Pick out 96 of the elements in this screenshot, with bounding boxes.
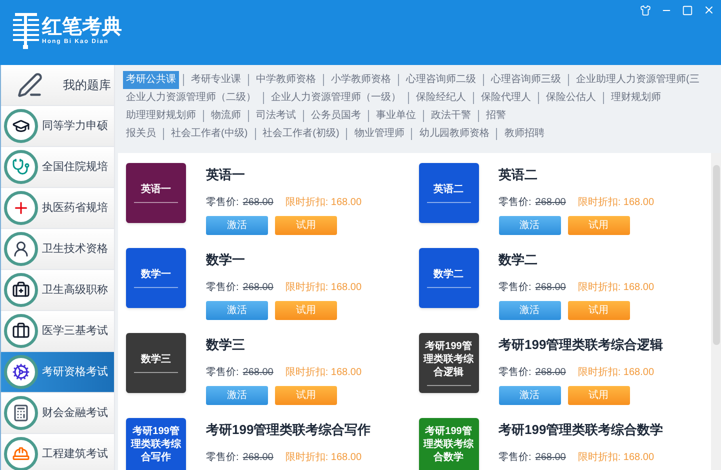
category-tab[interactable]: 公务员国考 bbox=[308, 107, 364, 125]
activate-button[interactable]: 激活 bbox=[206, 216, 268, 235]
category-tab[interactable]: 教师招聘 bbox=[501, 125, 548, 143]
retail-price-label: 零售价: bbox=[498, 366, 532, 380]
discount-price: 限时折扣: 168.00 bbox=[285, 450, 362, 465]
category-tab[interactable]: 保险代理人 bbox=[478, 89, 534, 107]
discount-price: 限时折扣: 168.00 bbox=[578, 280, 654, 295]
category-tab[interactable]: 企业人力资源管理师（二级） bbox=[123, 89, 259, 107]
scrollbar[interactable] bbox=[711, 153, 721, 470]
sidebar-item[interactable]: 医学三基考试 bbox=[1, 311, 114, 352]
category-icon bbox=[4, 232, 38, 266]
retail-price-label: 零售价: bbox=[498, 451, 532, 465]
course-cover[interactable]: 数学二 bbox=[418, 248, 478, 308]
course-title: 数学一 bbox=[206, 251, 246, 269]
category-tab[interactable]: 小学教师资格 bbox=[328, 71, 394, 89]
sidebar-item[interactable]: 考研资格考试 bbox=[1, 352, 114, 393]
course-cover[interactable]: 英语二 bbox=[418, 163, 478, 223]
pen-logo-icon bbox=[13, 12, 39, 50]
sidebar-item[interactable]: 卫生高级职称 bbox=[1, 270, 114, 311]
category-tab[interactable]: 幼儿园教师资格 bbox=[416, 125, 492, 143]
retail-price: 268.00 bbox=[242, 366, 274, 380]
category-tab[interactable]: 报关员 bbox=[123, 125, 159, 143]
category-tab[interactable]: 政法干警 bbox=[428, 107, 474, 125]
retail-price: 268.00 bbox=[535, 451, 566, 465]
category-icon bbox=[4, 191, 38, 225]
sidebar-item[interactable]: 全国住院规培 bbox=[1, 147, 114, 188]
category-tab[interactable]: 考研专业课 bbox=[188, 71, 244, 89]
activate-button[interactable]: 激活 bbox=[498, 386, 560, 405]
retail-price: 268.00 bbox=[535, 196, 566, 210]
sidebar-item[interactable]: 卫生技术资格 bbox=[1, 229, 114, 270]
close-icon[interactable] bbox=[703, 4, 715, 16]
category-tab[interactable]: 社会工作者(中级) bbox=[168, 125, 251, 143]
sidebar-item[interactable]: 财会金融考试 bbox=[1, 393, 114, 434]
course-title: 考研199管理类联考综合逻辑 bbox=[498, 336, 664, 354]
retail-price: 268.00 bbox=[242, 451, 274, 465]
category-tab[interactable]: 心理咨询师三级 bbox=[488, 71, 564, 89]
category-tab[interactable]: 企业助理人力资源管理师(三 bbox=[573, 71, 702, 89]
course-title: 数学二 bbox=[498, 251, 538, 269]
course-cover[interactable]: 数学一 bbox=[126, 248, 186, 308]
category-tab[interactable]: 司法考试 bbox=[253, 107, 299, 125]
category-tab[interactable]: 企业人力资源管理师（一级） bbox=[268, 89, 404, 107]
category-tab[interactable]: 考研公共课 bbox=[123, 71, 179, 89]
category-tab[interactable]: 物业管理师 bbox=[351, 125, 408, 143]
category-icon bbox=[4, 273, 38, 307]
category-tab[interactable]: 保险公估人 bbox=[543, 89, 599, 107]
retail-price: 268.00 bbox=[535, 281, 566, 295]
category-icon bbox=[4, 150, 38, 184]
category-icon bbox=[4, 437, 38, 470]
activate-button[interactable]: 激活 bbox=[206, 386, 268, 405]
category-tab[interactable]: 心理咨询师二级 bbox=[403, 71, 479, 89]
discount-price: 限时折扣: 168.00 bbox=[285, 280, 362, 295]
category-icon bbox=[4, 109, 38, 143]
category-tab[interactable]: 理财规划师 bbox=[608, 89, 664, 107]
course-title: 英语二 bbox=[498, 166, 538, 184]
retail-price: 268.00 bbox=[535, 366, 566, 380]
discount-price: 限时折扣: 168.00 bbox=[578, 366, 654, 380]
activate-button[interactable]: 激活 bbox=[498, 301, 560, 320]
course-title: 考研199管理类联考综合写作 bbox=[206, 421, 372, 439]
activate-button[interactable]: 激活 bbox=[206, 301, 268, 320]
category-tab[interactable]: 招警 bbox=[483, 107, 509, 125]
course-cover[interactable]: 考研199管理类联考综合逻辑 bbox=[418, 333, 478, 393]
retail-price-label: 零售价: bbox=[206, 451, 239, 465]
discount-price: 限时折扣: 168.00 bbox=[578, 196, 654, 210]
course-cover[interactable]: 考研199管理类联考综合写作 bbox=[126, 418, 186, 470]
retail-price: 268.00 bbox=[242, 281, 274, 295]
course-cover[interactable]: 考研199管理类联考综合数学 bbox=[418, 418, 478, 470]
category-tab[interactable]: 物流师 bbox=[208, 107, 244, 125]
retail-price-label: 零售价: bbox=[498, 281, 532, 295]
category-tab[interactable]: 事业单位 bbox=[373, 107, 419, 125]
category-tab[interactable]: 中学教师资格 bbox=[253, 71, 319, 89]
pen-icon bbox=[17, 72, 43, 98]
category-icon bbox=[4, 396, 38, 430]
course-cover[interactable]: 数学三 bbox=[126, 333, 186, 393]
retail-price: 268.00 bbox=[242, 196, 274, 210]
sidebar-item[interactable]: 工程建筑考试 bbox=[1, 434, 114, 470]
category-tab[interactable]: 保险经纪人 bbox=[413, 89, 469, 107]
sidebar-item[interactable]: 同等学力申硕 bbox=[1, 106, 114, 147]
retail-price-label: 零售价: bbox=[206, 196, 239, 210]
course-title: 英语一 bbox=[206, 166, 246, 184]
category-icon bbox=[4, 355, 38, 389]
retail-price-label: 零售价: bbox=[498, 196, 532, 210]
discount-price: 限时折扣: 168.00 bbox=[578, 450, 654, 465]
course-cover[interactable]: 英语一 bbox=[126, 163, 186, 223]
retail-price-label: 零售价: bbox=[206, 366, 239, 380]
maximize-icon[interactable] bbox=[682, 4, 693, 16]
course-title: 数学三 bbox=[206, 336, 246, 354]
category-tab[interactable]: 助理理财规划师 bbox=[123, 107, 199, 125]
category-icon bbox=[4, 314, 38, 348]
category-tab[interactable]: 社会工作者(初级) bbox=[260, 125, 342, 143]
course-title: 考研199管理类联考综合数学 bbox=[498, 421, 664, 439]
sidebar-item[interactable]: 执医药省规培 bbox=[1, 188, 114, 229]
retail-price-label: 零售价: bbox=[206, 281, 239, 295]
discount-price: 限时折扣: 168.00 bbox=[285, 366, 362, 380]
activate-button[interactable]: 激活 bbox=[498, 216, 560, 235]
discount-price: 限时折扣: 168.00 bbox=[285, 196, 362, 210]
app-title: 红笔考典 bbox=[42, 16, 122, 38]
